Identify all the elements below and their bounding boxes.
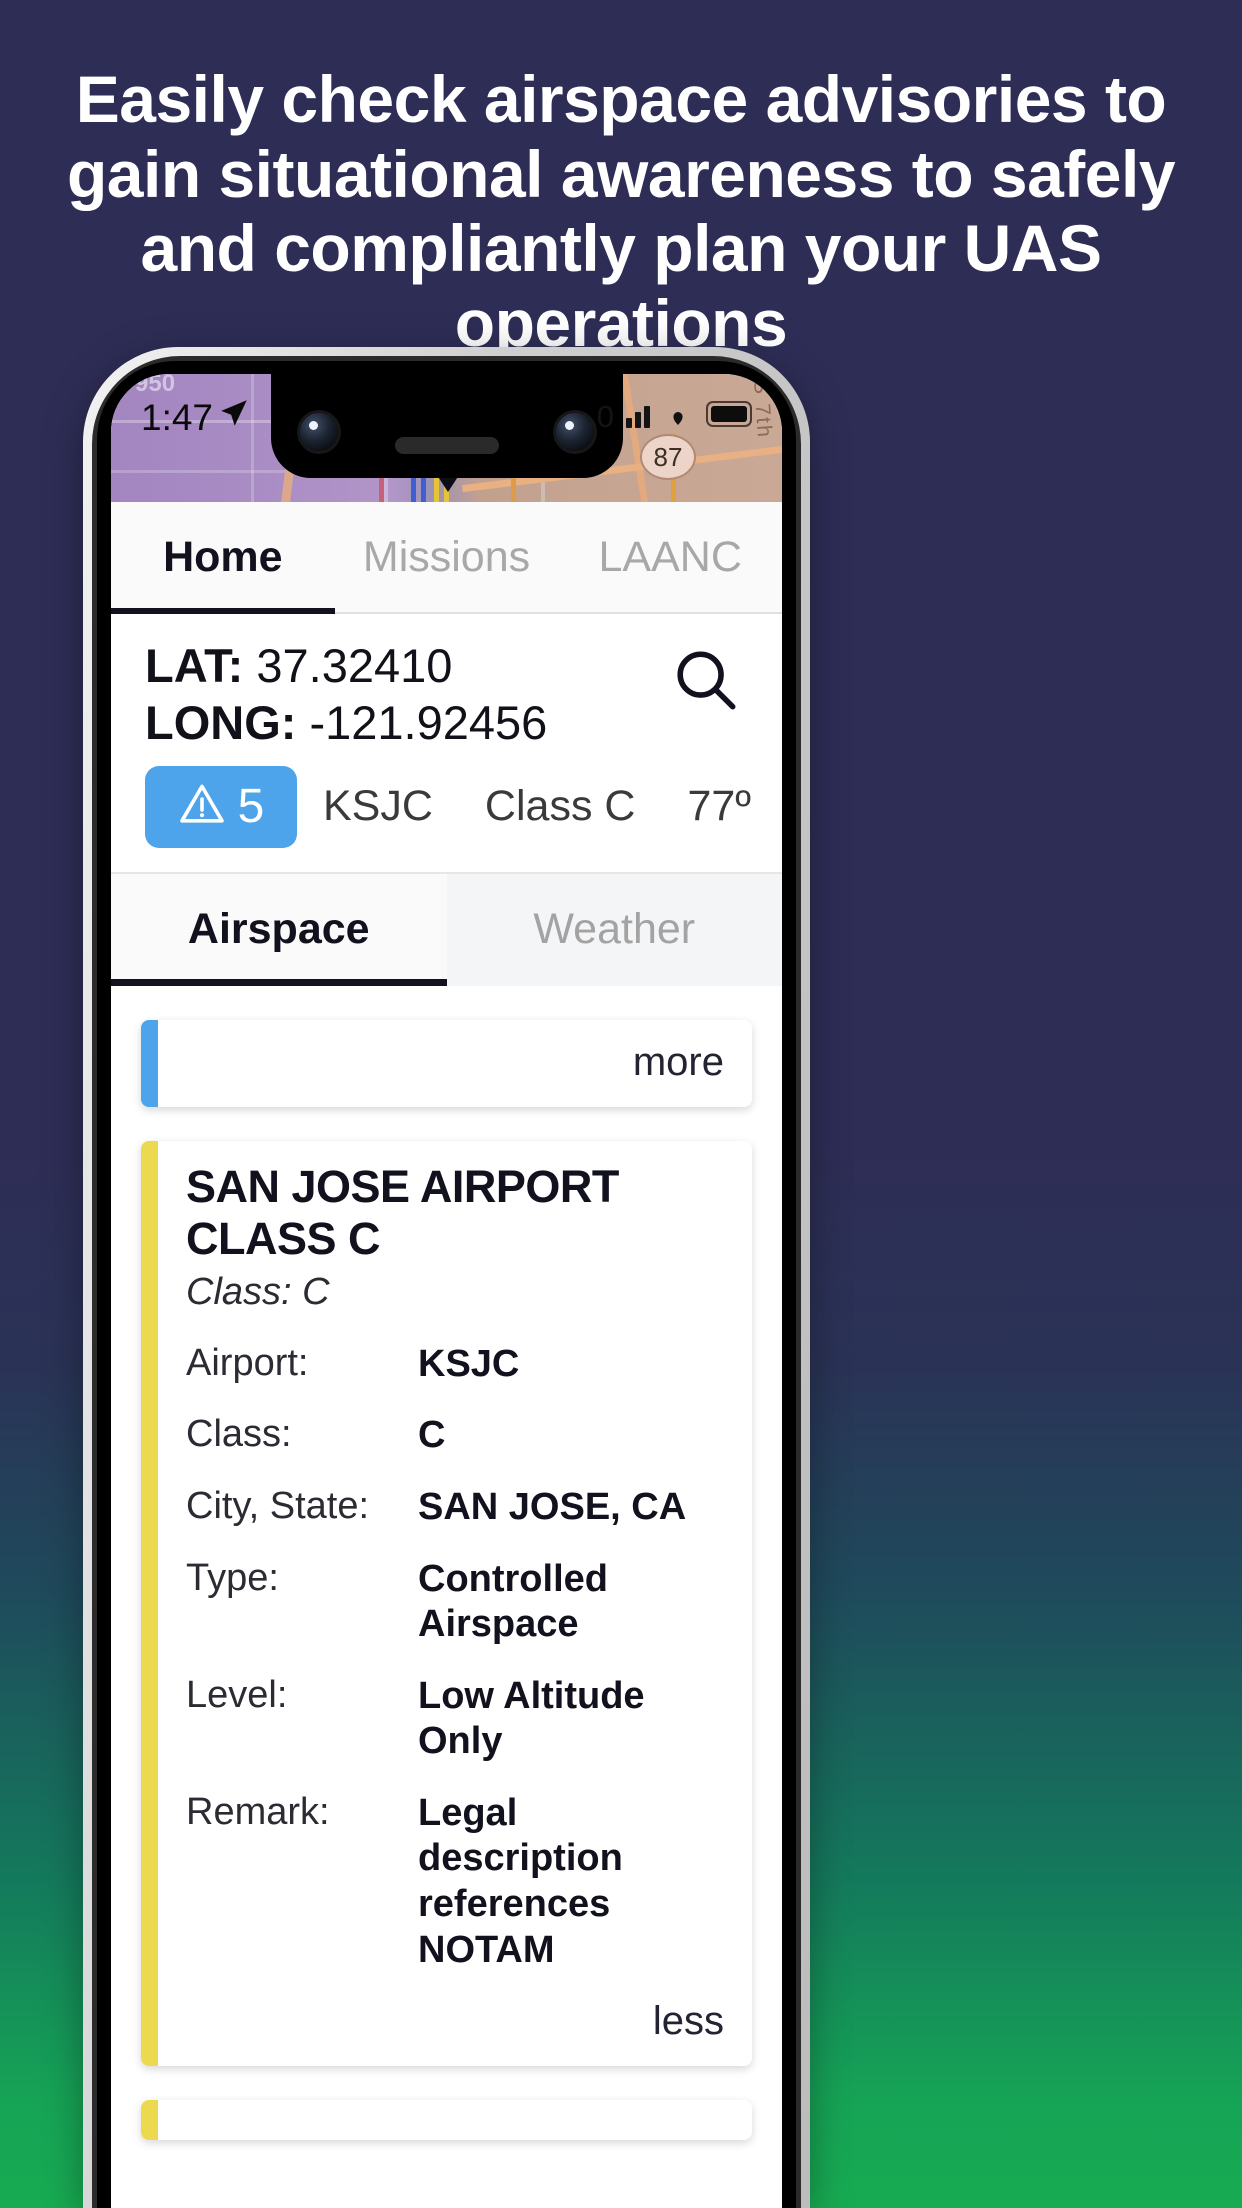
detail-row: Level: Low Altitude Only [186, 1674, 724, 1765]
detail-row: Type: Controlled Airspace [186, 1557, 724, 1648]
wifi-icon [662, 401, 694, 432]
detail-label: Level: [186, 1673, 288, 1716]
advisory-card-next[interactable] [141, 2100, 752, 2141]
advisory-count: 5 [237, 780, 265, 834]
airspace-class-chip: Class C [484, 782, 636, 831]
search-icon[interactable] [670, 644, 740, 714]
front-camera-icon [296, 410, 341, 454]
sun-icon [777, 774, 782, 840]
airport-code-chip: KSJC [323, 782, 433, 831]
detail-value: SAN JOSE, CA [418, 1485, 687, 1528]
longitude-label: LONG: [145, 695, 297, 749]
detail-label: Airport: [186, 1341, 309, 1384]
map-road [620, 374, 649, 502]
location-arrow-icon [217, 396, 251, 439]
card-accent-bar [141, 1019, 158, 1107]
detail-label: Type: [186, 1556, 279, 1599]
detail-value: KSJC [418, 1342, 520, 1385]
phone-mockup: 950 87 S 7th 1:47 0 Home Missions LAANC … [83, 347, 810, 2208]
card-accent-bar [141, 2100, 158, 2141]
tab-home[interactable]: Home [111, 502, 335, 614]
status-time-text: 1:47 [141, 396, 214, 438]
advisory-list[interactable]: more SAN JOSE AIRPORT CLASS C Class: C A… [111, 985, 782, 2208]
warning-triangle-icon [178, 780, 226, 833]
card-subtitle: Class: C [186, 1270, 330, 1313]
status-bar-time: 1:47 [141, 396, 251, 439]
main-tab-bar: Home Missions LAANC [111, 502, 782, 614]
battery-icon [706, 400, 756, 433]
map-grid-line [251, 374, 254, 502]
card-body: SAN JOSE AIRPORT CLASS C Class: C Airpor… [158, 1141, 752, 2067]
highway-shield-icon: 87 [640, 434, 696, 480]
detail-value: Low Altitude Only [418, 1674, 645, 1763]
detail-label: City, State: [186, 1484, 370, 1527]
advisory-card-collapsed[interactable]: more [141, 1019, 752, 1107]
advisory-card-expanded[interactable]: SAN JOSE AIRPORT CLASS C Class: C Airpor… [141, 1140, 752, 2067]
card-title: SAN JOSE AIRPORT CLASS C [186, 1160, 619, 1264]
card-body [158, 2100, 752, 2140]
front-camera-icon [552, 410, 597, 454]
signal-bars-icon [626, 405, 650, 428]
carrier-label: 0 [596, 399, 614, 434]
status-chip-row: 5 KSJC Class C 77º [111, 751, 782, 874]
detail-label: Class: [186, 1413, 292, 1456]
detail-row: Remark: Legal description references NOT… [186, 1791, 724, 1973]
card-body: more [158, 1020, 752, 1107]
map-preview[interactable]: 950 87 S 7th 1:47 0 [111, 374, 782, 502]
sub-tab-bar: Airspace Weather [111, 873, 782, 986]
temperature-chip: 77º [687, 782, 751, 831]
status-bar-icons: 0 [597, 400, 756, 433]
subtab-weather[interactable]: Weather [446, 873, 782, 986]
coordinates-panel: LAT: 37.32410 LONG: -121.92456 [111, 614, 782, 752]
detail-row: Airport: KSJC [186, 1342, 724, 1388]
card-less-toggle[interactable]: less [186, 1999, 724, 2044]
subtab-airspace[interactable]: Airspace [111, 873, 447, 986]
card-accent-bar [141, 1140, 158, 2067]
longitude-value: -121.92456 [309, 695, 548, 749]
tab-laanc[interactable]: LAANC [558, 502, 782, 612]
latitude-value: 37.32410 [256, 639, 453, 692]
earpiece-speaker [394, 437, 499, 454]
phone-notch [270, 374, 623, 478]
page-title: Easily check airspace advisories to gain… [66, 62, 1176, 360]
detail-row: City, State: SAN JOSE, CA [186, 1485, 724, 1531]
advisory-count-badge[interactable]: 5 [145, 765, 297, 848]
map-street-number: 950 [135, 374, 176, 397]
latitude-label: LAT: [145, 639, 244, 692]
phone-screen: 950 87 S 7th 1:47 0 Home Missions LAANC … [111, 374, 782, 2208]
detail-row: Class: C [186, 1413, 724, 1459]
detail-label: Remark: [186, 1790, 330, 1833]
tab-missions[interactable]: Missions [335, 502, 559, 612]
card-more-toggle[interactable]: more [186, 1040, 724, 1085]
detail-value: Legal description references NOTAM [418, 1791, 623, 1971]
detail-value: C [418, 1414, 446, 1457]
detail-value: Controlled Airspace [418, 1557, 608, 1646]
